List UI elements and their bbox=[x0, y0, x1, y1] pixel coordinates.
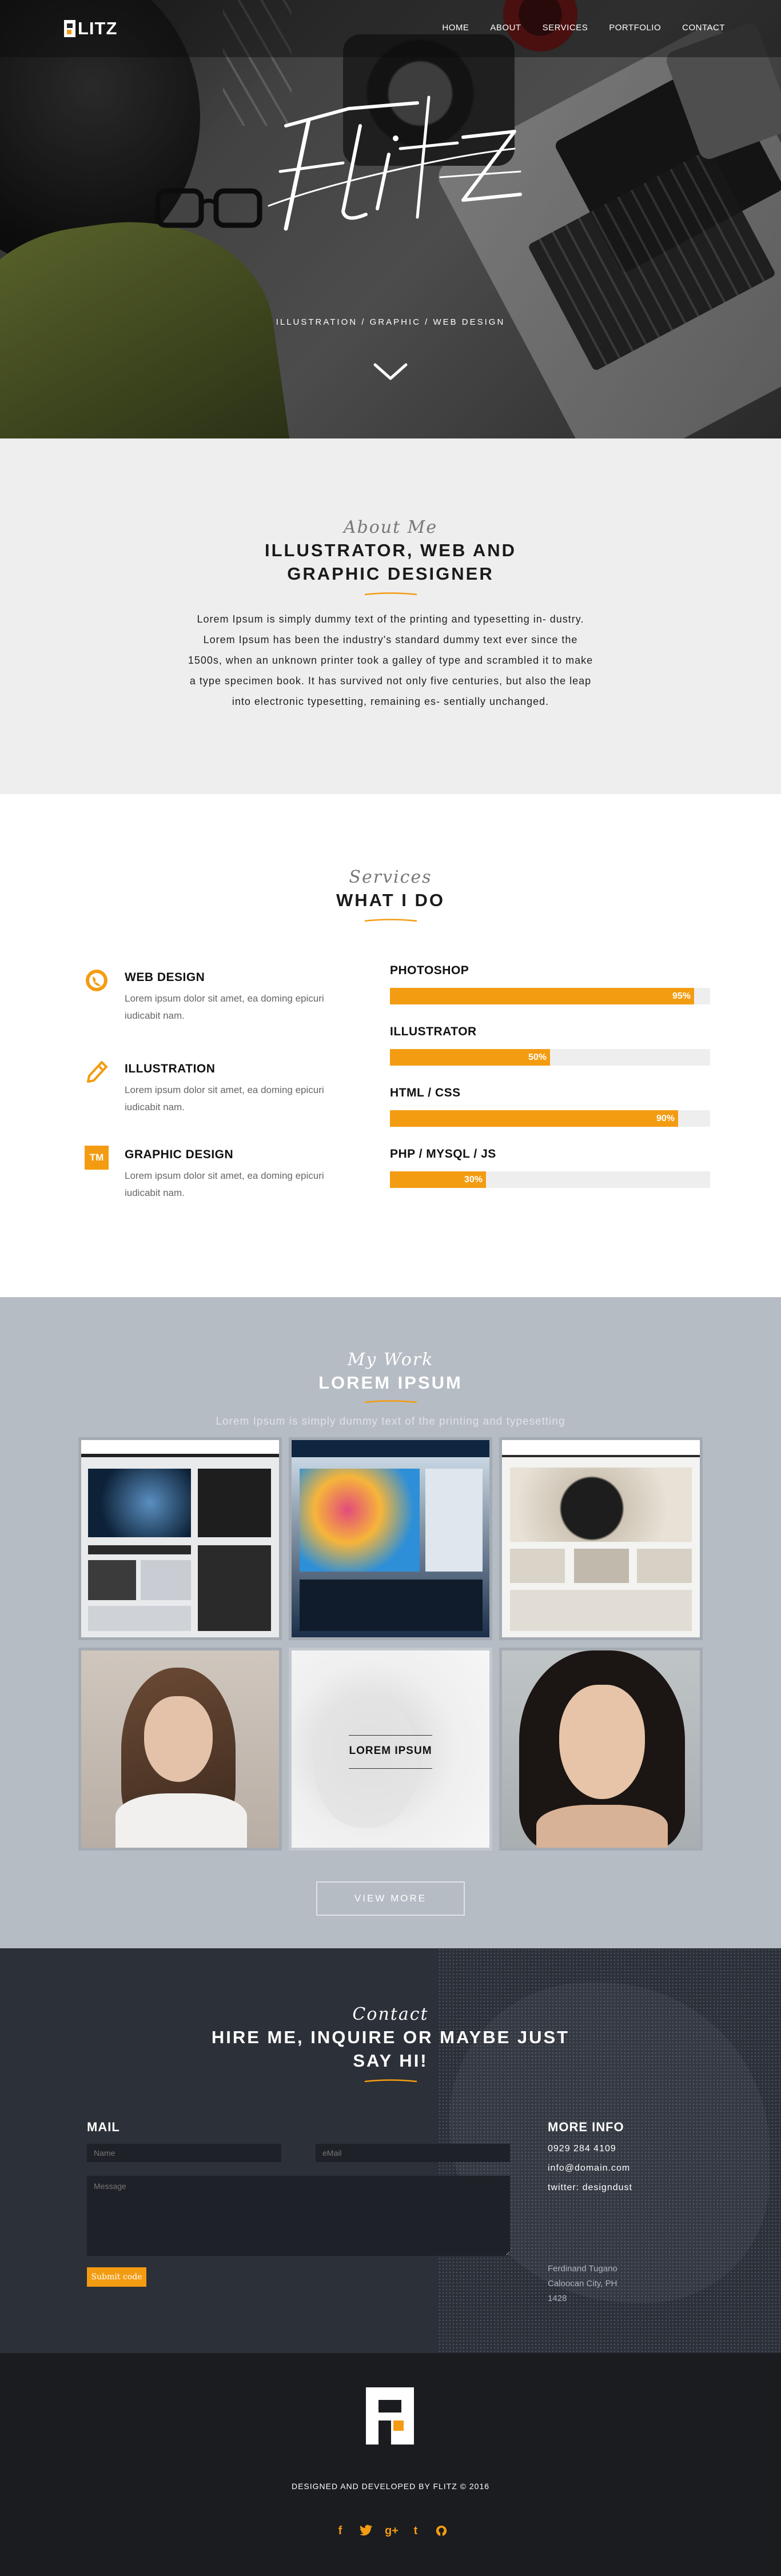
progress-fill bbox=[390, 988, 694, 1004]
progress-track: 30% bbox=[390, 1171, 710, 1188]
about-title-line1: ILLUSTRATOR, WEB AND bbox=[264, 540, 516, 560]
portfolio-title: LOREM IPSUM bbox=[318, 1373, 463, 1393]
submit-button[interactable]: Submit code bbox=[87, 2267, 146, 2287]
heading-underline-swash bbox=[364, 1400, 417, 1403]
progress-percent: 90% bbox=[656, 1114, 675, 1123]
nav-menu: HOME ABOUT SERVICES PORTFOLIO CONTACT bbox=[442, 23, 725, 33]
footer-copyright: DESIGNED AND DEVELOPED BY FLITZ © 2016 bbox=[291, 2482, 490, 2491]
heading-underline-swash bbox=[364, 919, 417, 922]
progress-track: 95% bbox=[390, 988, 710, 1004]
name-field[interactable] bbox=[87, 2144, 281, 2162]
address-line: Caloocan City, PH bbox=[548, 2279, 617, 2288]
about-title-line2: GRAPHIC DESIGNER bbox=[287, 564, 494, 584]
address-line: Ferdinand Tugano bbox=[548, 2264, 617, 2274]
chevron-down-icon[interactable] bbox=[373, 361, 408, 382]
nav-item-home[interactable]: HOME bbox=[442, 23, 469, 33]
contact-address: Ferdinand Tugano Caloocan City, PH 1428 bbox=[548, 2262, 617, 2306]
nav-item-contact[interactable]: CONTACT bbox=[682, 23, 725, 33]
service-description: Lorem ipsum dolor sit amet, ea doming ep… bbox=[125, 1084, 324, 1112]
service-description: Lorem ipsum dolor sit amet, ea doming ep… bbox=[125, 1170, 324, 1198]
github-icon[interactable] bbox=[435, 2525, 447, 2537]
nav-item-portfolio[interactable]: PORTFOLIO bbox=[609, 23, 661, 33]
portfolio-tile-website-headphones[interactable] bbox=[499, 1437, 703, 1640]
google-plus-icon[interactable]: g+ bbox=[385, 2525, 399, 2537]
portfolio-script-heading: My Work bbox=[347, 1350, 434, 1370]
contact-email[interactable]: info@domain.com bbox=[548, 2163, 630, 2174]
hero-signature-logo bbox=[268, 95, 522, 231]
contact-section: Contact HIRE ME, INQUIRE OR MAYBE JUST S… bbox=[0, 1948, 781, 2353]
nav-item-services[interactable]: SERVICES bbox=[543, 23, 588, 33]
portfolio-tile-website-blue[interactable] bbox=[289, 1437, 492, 1640]
services-content: WEB DESIGN Lorem ipsum dolor sit amet, e… bbox=[0, 935, 781, 1233]
progress-percent: 50% bbox=[528, 1052, 547, 1062]
services-title: WHAT I DO bbox=[336, 890, 445, 910]
portfolio-tile-portrait-woman[interactable] bbox=[78, 1648, 282, 1851]
progress-percent: 95% bbox=[672, 991, 691, 1001]
skill-name: PHP / MYSQL / JS bbox=[390, 1147, 496, 1161]
progress-fill bbox=[390, 1110, 678, 1127]
heading-underline-swash bbox=[364, 2079, 417, 2083]
progress-percent: 30% bbox=[464, 1175, 483, 1185]
tm-icon-text: TM bbox=[89, 1152, 104, 1163]
service-title: GRAPHIC DESIGN bbox=[125, 1148, 234, 1161]
skill-name: PHOTOSHOP bbox=[390, 964, 469, 977]
skill-name: HTML / CSS bbox=[390, 1086, 461, 1099]
contact-title-line2: SAY HI! bbox=[353, 2051, 428, 2071]
contact-phone: 0929 284 4109 bbox=[548, 2144, 616, 2154]
skill-bar: HTML / CSS 90% bbox=[390, 1086, 710, 1127]
footer-logo-icon bbox=[366, 2387, 414, 2445]
portfolio-section: My Work LOREM IPSUM Lorem Ipsum is simpl… bbox=[0, 1297, 781, 1948]
service-description: Lorem ipsum dolor sit amet, ea doming ep… bbox=[125, 993, 324, 1021]
services-section: Services WHAT I DO WEB DESIGN Lorem ipsu… bbox=[0, 794, 781, 1297]
twitter-icon[interactable] bbox=[360, 2525, 372, 2537]
social-links: f g+ t bbox=[334, 2525, 447, 2537]
portfolio-tile-hovered[interactable]: LOREM IPSUM bbox=[289, 1648, 492, 1851]
contact-twitter[interactable]: twitter: designdust bbox=[548, 2183, 632, 2193]
about-title: ILLUSTRATOR, WEB AND GRAPHIC DESIGNER bbox=[0, 539, 781, 585]
more-info-heading: MORE INFO bbox=[548, 2120, 624, 2134]
top-navigation: LITZ HOME ABOUT SERVICES PORTFOLIO CONTA… bbox=[0, 0, 781, 57]
hero-section: LITZ HOME ABOUT SERVICES PORTFOLIO CONTA… bbox=[0, 0, 781, 438]
mail-heading: MAIL bbox=[87, 2120, 120, 2134]
email-field[interactable] bbox=[316, 2144, 510, 2162]
skill-bar: ILLUSTRATOR 50% bbox=[390, 1025, 710, 1066]
hero-tagline: ILLUSTRATION / GRAPHIC / WEB DESIGN bbox=[276, 317, 505, 327]
services-script-heading: Services bbox=[349, 867, 432, 887]
service-title: WEB DESIGN bbox=[125, 971, 205, 984]
site-logo[interactable]: LITZ bbox=[64, 18, 117, 39]
logo-mark-icon bbox=[64, 20, 75, 37]
about-script-heading: About Me bbox=[343, 517, 438, 537]
skill-bar: PHP / MYSQL / JS 30% bbox=[390, 1147, 710, 1188]
contact-title-line1: HIRE ME, INQUIRE OR MAYBE JUST bbox=[211, 2027, 570, 2047]
portfolio-hover-label: LOREM IPSUM bbox=[349, 1745, 432, 1757]
portfolio-tile-portrait-woman-2[interactable] bbox=[499, 1648, 703, 1851]
service-title: ILLUSTRATION bbox=[125, 1062, 216, 1075]
view-more-button[interactable]: VIEW MORE bbox=[316, 1881, 465, 1916]
about-body-text: Lorem Ipsum is simply dummy text of the … bbox=[188, 613, 593, 707]
about-section: About Me ILLUSTRATOR, WEB AND GRAPHIC DE… bbox=[0, 438, 781, 794]
address-line: 1428 bbox=[548, 2294, 567, 2303]
nav-item-about[interactable]: ABOUT bbox=[490, 23, 521, 33]
skill-name: ILLUSTRATOR bbox=[390, 1025, 477, 1038]
pen-icon bbox=[87, 1061, 107, 1083]
heading-underline-swash bbox=[364, 592, 417, 596]
site-footer: DESIGNED AND DEVELOPED BY FLITZ © 2016 f… bbox=[0, 2353, 781, 2576]
skill-bar: PHOTOSHOP 95% bbox=[390, 964, 710, 1004]
progress-track: 50% bbox=[390, 1049, 710, 1066]
facebook-icon[interactable]: f bbox=[334, 2525, 346, 2537]
message-field[interactable] bbox=[87, 2176, 510, 2256]
logo-text: LITZ bbox=[78, 18, 118, 38]
contact-title: HIRE ME, INQUIRE OR MAYBE JUST SAY HI! bbox=[0, 2025, 781, 2072]
portfolio-subtitle: Lorem Ipsum is simply dummy text of the … bbox=[216, 1415, 565, 1427]
portfolio-tile-website-dark[interactable] bbox=[78, 1437, 282, 1640]
contact-script-heading: Contact bbox=[352, 2004, 429, 2024]
progress-fill bbox=[390, 1049, 550, 1066]
tumblr-icon[interactable]: t bbox=[410, 2525, 421, 2537]
tm-icon: TM bbox=[85, 1146, 109, 1170]
globe-icon bbox=[86, 970, 107, 991]
progress-track: 90% bbox=[390, 1110, 710, 1127]
